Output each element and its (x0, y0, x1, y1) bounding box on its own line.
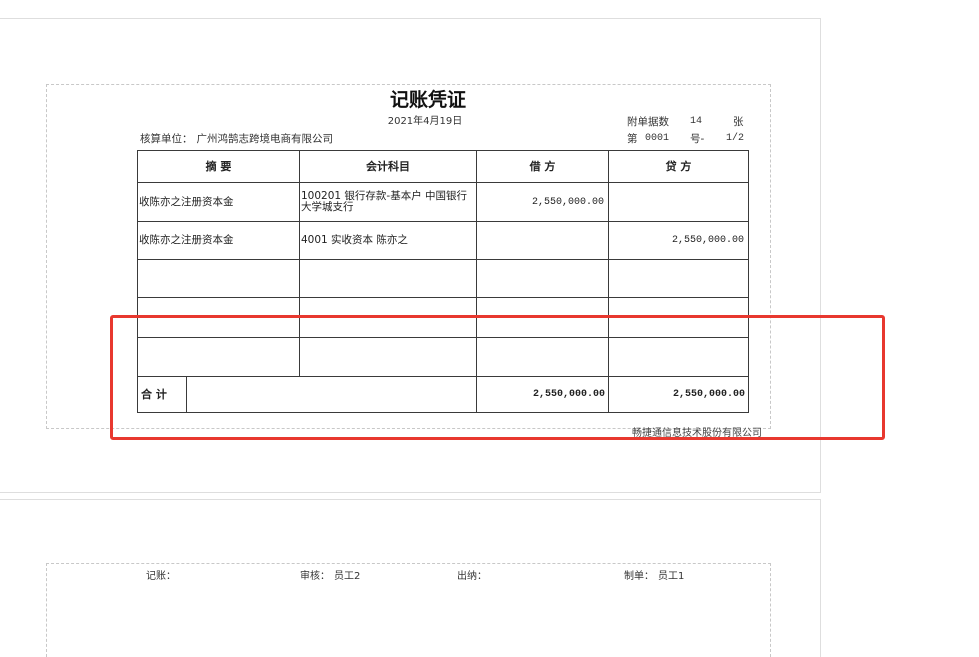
table-row: 收陈亦之注册资本金 4001 实收资本 陈亦之 2,550,000.00 (137, 221, 749, 260)
signature-reviewer-label: 审核： (300, 571, 330, 582)
voucher-title: 记账凭证 (389, 89, 466, 111)
accounting-unit-label: 核算单位： (140, 133, 193, 145)
red-highlight-annotation (110, 315, 885, 440)
voucher-number-prefix: 第 (627, 133, 638, 145)
signature-reviewer: 审核： 员工2 (300, 571, 360, 583)
voucher-number: 0001 (645, 133, 670, 144)
signature-bookkeeper: 记账： (146, 571, 176, 583)
signature-preparer-label: 制单： (624, 571, 654, 582)
table-row-empty (137, 259, 749, 298)
column-header-account: 会计科目 (299, 150, 477, 183)
empty-cell (299, 259, 477, 298)
attachments-unit: 张 (733, 116, 744, 128)
empty-cell (476, 259, 609, 298)
accounting-unit: 核算单位： 广州鸿鹄志跨境电商有限公司 (140, 133, 333, 145)
entry-account: 100201 银行存款-基本户 中国银行大学城支行 (299, 182, 477, 222)
signature-bookkeeper-label: 记账： (146, 571, 176, 582)
signature-cashier: 出纳： (457, 571, 487, 583)
entry-summary: 收陈亦之注册资本金 (137, 182, 300, 222)
empty-cell (608, 259, 749, 298)
column-header-summary: 摘 要 (137, 150, 300, 183)
attachments-label: 附单据数 (627, 116, 669, 128)
empty-cell (137, 259, 300, 298)
table-header-row: 摘 要 会计科目 借 方 贷 方 (137, 150, 749, 183)
entry-debit: 2,550,000.00 (476, 182, 609, 222)
entry-account: 4001 实收资本 陈亦之 (299, 221, 477, 260)
signature-reviewer-name: 员工2 (334, 571, 361, 582)
voucher-number-suffix: 号- (690, 133, 705, 145)
signature-preparer-name: 员工1 (658, 571, 685, 582)
signature-cashier-label: 出纳： (457, 571, 487, 582)
entry-summary: 收陈亦之注册资本金 (137, 221, 300, 260)
entry-credit (608, 182, 749, 222)
entry-credit: 2,550,000.00 (608, 221, 749, 260)
signature-preparer: 制单： 员工1 (624, 571, 684, 583)
table-row: 收陈亦之注册资本金 100201 银行存款-基本户 中国银行大学城支行 2,55… (137, 182, 749, 222)
column-header-credit: 贷 方 (608, 150, 749, 183)
voucher-page-count: 1/2 (726, 133, 745, 144)
accounting-unit-name: 广州鸿鹄志跨境电商有限公司 (196, 133, 334, 145)
column-header-debit: 借 方 (476, 150, 609, 183)
attachments-count: 14 (690, 116, 703, 127)
voucher-date: 2021年4月19日 (387, 116, 463, 127)
entry-debit (476, 221, 609, 260)
